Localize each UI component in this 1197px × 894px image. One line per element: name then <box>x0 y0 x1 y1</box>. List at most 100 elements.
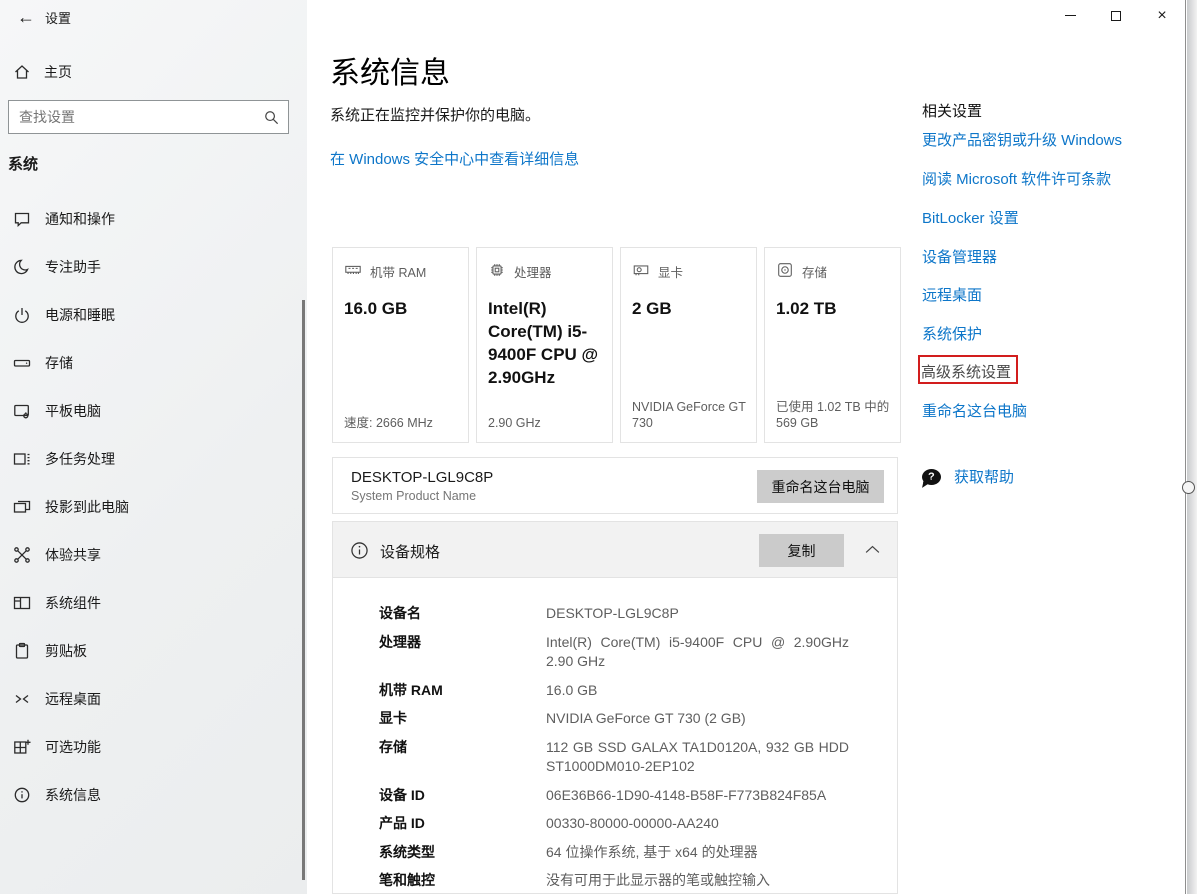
spec-row: 存储112 GB SSD GALAX TA1D0120A, 932 GB HDD… <box>379 738 897 777</box>
settings-window: ← 设置 主页 系统 通知和操作 <box>0 0 1197 894</box>
gpu-icon <box>632 261 650 282</box>
drive-icon <box>12 353 32 373</box>
page-subtitle: 系统正在监控并保护你的电脑。 <box>330 104 540 125</box>
device-product-name: System Product Name <box>351 489 476 503</box>
license-terms-link[interactable]: 阅读 Microsoft 软件许可条款 <box>922 168 1111 189</box>
spec-row: 机带 RAM16.0 GB <box>379 681 897 701</box>
sidebar-section-title: 系统 <box>8 153 38 174</box>
device-name-panel: DESKTOP-LGL9C8P System Product Name 重命名这… <box>332 457 898 514</box>
card-footer: 已使用 1.02 TB 中的 569 GB <box>776 399 892 432</box>
desktop-edge-strip <box>1187 0 1197 894</box>
share-nodes-icon <box>12 545 32 565</box>
spec-row: 设备 ID06E36B66-1D90-4148-B58F-F773B824F85… <box>379 786 897 806</box>
sidebar-item-notifications[interactable]: 通知和操作 <box>0 195 303 243</box>
device-spec-expander[interactable]: 设备规格 复制 <box>332 521 898 578</box>
notifications-icon <box>12 209 32 229</box>
spec-row: 显卡NVIDIA GeForce GT 730 (2 GB) <box>379 709 897 729</box>
sidebar-item-focus-assist[interactable]: 专注助手 <box>0 243 303 291</box>
sidebar-nav: 通知和操作 专注助手 电源和睡眠 存储 平板电脑 <box>0 195 303 819</box>
sidebar-item-remote-desktop[interactable]: 远程桌面 <box>0 675 303 723</box>
get-help-link[interactable]: ? 获取帮助 <box>922 466 1014 487</box>
spec-row: 处理器Intel(R) Core(TM) i5-9400F CPU @ 2.90… <box>379 633 897 672</box>
card-footer: 速度: 2666 MHz <box>344 415 460 431</box>
sidebar-item-about[interactable]: 系统信息 <box>0 771 303 819</box>
change-product-key-link[interactable]: 更改产品密钥或升级 Windows <box>922 129 1122 150</box>
sidebar-item-label: 主页 <box>44 62 72 82</box>
card-cpu: 处理器 Intel(R) Core(TM) i5-9400F CPU @ 2.9… <box>476 247 613 443</box>
maximize-button[interactable] <box>1093 0 1139 31</box>
minimize-icon <box>1065 15 1076 16</box>
help-icon: ? <box>922 469 941 485</box>
clipboard-icon <box>12 641 32 661</box>
app-title: 设置 <box>45 8 71 27</box>
spec-row: 产品 ID00330-80000-00000-AA240 <box>379 814 897 834</box>
maximize-icon <box>1111 11 1121 21</box>
remote-desktop-link[interactable]: 远程桌面 <box>922 284 982 305</box>
edge-circle-marker <box>1182 481 1195 494</box>
device-spec-table: 设备名DESKTOP-LGL9C8P 处理器Intel(R) Core(TM) … <box>332 578 898 894</box>
device-spec-title: 设备规格 <box>380 541 440 562</box>
spec-row: 笔和触控没有可用于此显示器的笔或触控输入 <box>379 871 897 891</box>
chevron-up-icon[interactable] <box>864 542 881 560</box>
home-icon <box>12 62 32 82</box>
info-icon <box>12 785 32 805</box>
search-box[interactable] <box>8 100 289 134</box>
info-circle-icon <box>349 540 370 566</box>
minimize-button[interactable] <box>1047 0 1093 31</box>
close-button[interactable]: × <box>1139 0 1185 31</box>
device-manager-link[interactable]: 设备管理器 <box>922 246 997 267</box>
main-content: × 系统信息 系统正在监控并保护你的电脑。 在 Windows 安全中心中查看详… <box>307 0 1186 894</box>
device-name: DESKTOP-LGL9C8P <box>351 469 493 486</box>
card-ram: 机带 RAM 16.0 GB 速度: 2666 MHz <box>332 247 469 443</box>
red-highlight-box: 高级系统设置 <box>918 355 1018 384</box>
card-value: Intel(R) Core(TM) i5-9400F CPU @ 2.90GHz <box>488 298 601 390</box>
search-input[interactable] <box>9 109 263 125</box>
spec-row: 设备名DESKTOP-LGL9C8P <box>379 604 897 624</box>
card-storage: 存储 1.02 TB 已使用 1.02 TB 中的 569 GB <box>764 247 901 443</box>
rename-pc-link[interactable]: 重命名这台电脑 <box>922 400 1027 421</box>
tablet-icon <box>12 401 32 421</box>
advanced-system-settings-link[interactable]: 高级系统设置 <box>921 361 1011 382</box>
sidebar: ← 设置 主页 系统 通知和操作 <box>0 0 307 894</box>
close-icon: × <box>1157 8 1166 24</box>
window-controls: × <box>1047 0 1185 31</box>
card-value: 2 GB <box>632 298 745 321</box>
related-settings-title: 相关设置 <box>922 100 982 121</box>
sidebar-scrollbar[interactable] <box>302 300 305 880</box>
sidebar-item-system-components[interactable]: 系统组件 <box>0 579 303 627</box>
disk-icon <box>776 261 794 282</box>
spec-row: 系统类型64 位操作系统, 基于 x64 的处理器 <box>379 843 897 863</box>
system-protection-link[interactable]: 系统保护 <box>922 323 982 344</box>
copy-button[interactable]: 复制 <box>759 534 844 567</box>
sidebar-item-clipboard[interactable]: 剪贴板 <box>0 627 303 675</box>
card-footer: NVIDIA GeForce GT 730 <box>632 399 748 432</box>
components-icon <box>12 593 32 613</box>
ram-icon <box>344 261 362 282</box>
cpu-icon <box>488 261 506 282</box>
sidebar-item-project[interactable]: 投影到此电脑 <box>0 483 303 531</box>
sidebar-item-tablet[interactable]: 平板电脑 <box>0 387 303 435</box>
spec-cards: 机带 RAM 16.0 GB 速度: 2666 MHz 处理器 Intel(R)… <box>332 247 901 443</box>
card-gpu: 显卡 2 GB NVIDIA GeForce GT 730 <box>620 247 757 443</box>
sidebar-item-home[interactable]: 主页 <box>0 55 307 89</box>
rename-pc-button[interactable]: 重命名这台电脑 <box>757 470 884 503</box>
grid-plus-icon <box>12 737 32 757</box>
sidebar-item-multitasking[interactable]: 多任务处理 <box>0 435 303 483</box>
project-screen-icon <box>12 497 32 517</box>
multitask-icon <box>12 449 32 469</box>
card-value: 1.02 TB <box>776 298 889 321</box>
moon-icon <box>12 257 32 277</box>
back-button[interactable]: ← <box>12 4 40 30</box>
sidebar-item-shared-experiences[interactable]: 体验共享 <box>0 531 303 579</box>
card-footer: 2.90 GHz <box>488 415 604 431</box>
sidebar-item-power-sleep[interactable]: 电源和睡眠 <box>0 291 303 339</box>
sidebar-item-storage[interactable]: 存储 <box>0 339 303 387</box>
page-title: 系统信息 <box>330 48 450 92</box>
security-center-link[interactable]: 在 Windows 安全中心中查看详细信息 <box>330 148 579 169</box>
power-icon <box>12 305 32 325</box>
card-value: 16.0 GB <box>344 298 457 321</box>
search-icon[interactable] <box>263 109 280 126</box>
sidebar-item-optional-features[interactable]: 可选功能 <box>0 723 303 771</box>
remote-desktop-icon <box>12 689 32 709</box>
bitlocker-link[interactable]: BitLocker 设置 <box>922 207 1019 228</box>
